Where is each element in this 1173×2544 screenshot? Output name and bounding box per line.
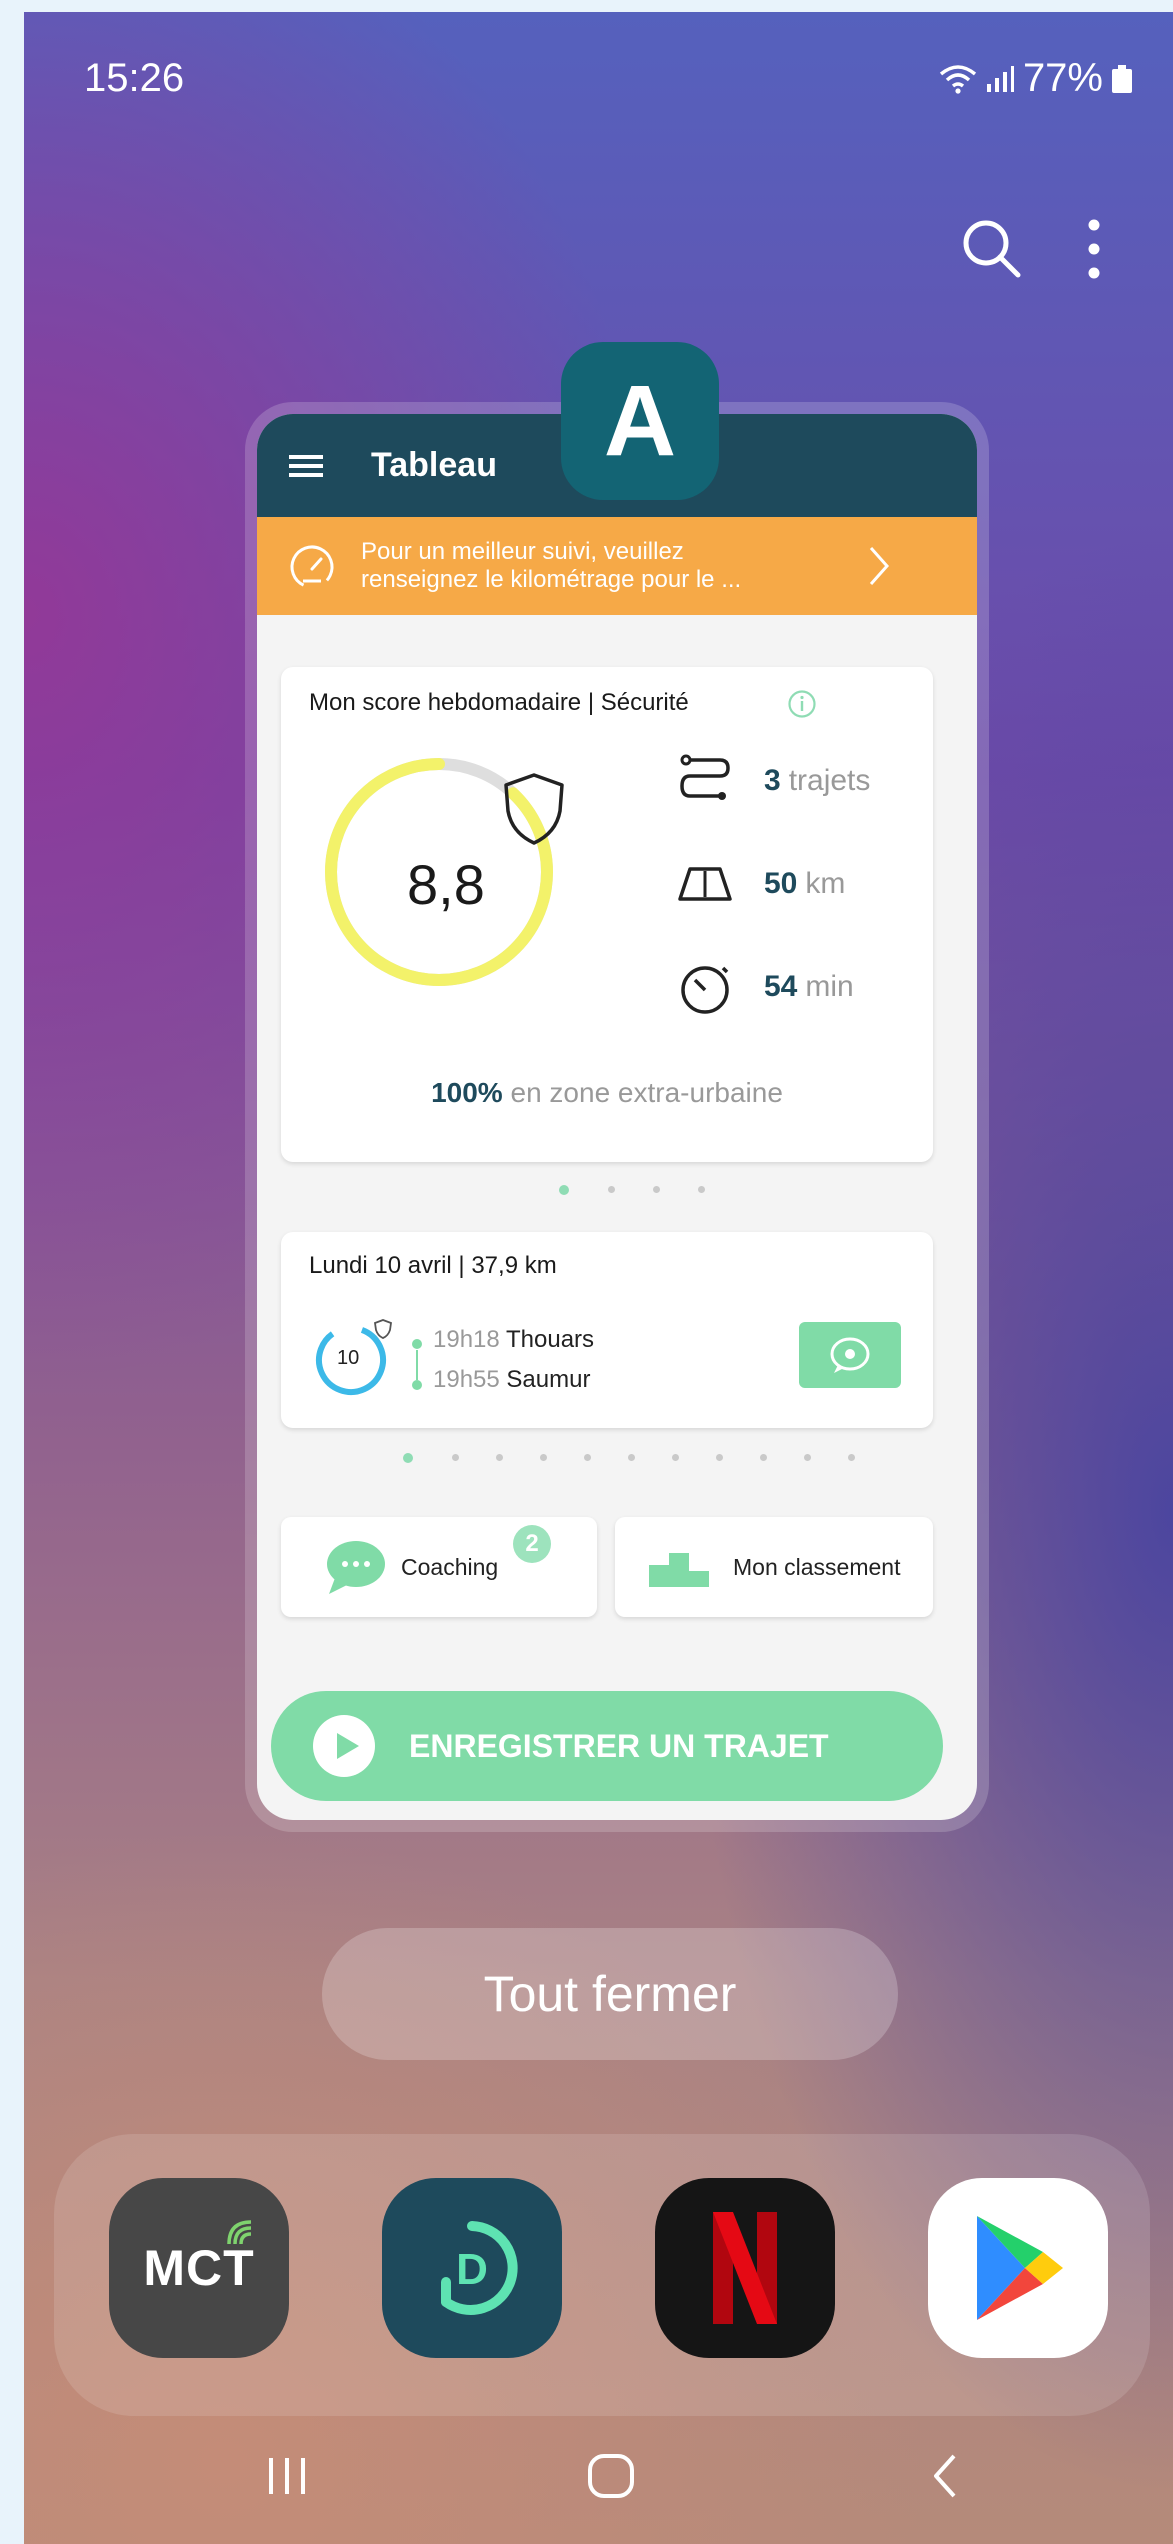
banner-text: Pour un meilleur suivi, veuillez renseig…	[361, 538, 742, 593]
podium-icon	[649, 1553, 709, 1587]
trip-start: 19h18 Thouars	[433, 1326, 594, 1354]
coaching-badge-count: 2	[525, 1530, 539, 1557]
trip-end-place: Saumur	[506, 1366, 591, 1393]
speedometer-icon	[290, 545, 334, 589]
ranking-button[interactable]: Mon classement	[615, 1517, 933, 1617]
recents-nav-icon[interactable]	[265, 2452, 309, 2500]
recents-screen: 15:26 77% Tableau Pour un meilleur suivi…	[24, 12, 1173, 2544]
battery-percent: 77%	[1022, 56, 1103, 100]
stopwatch-icon	[681, 966, 729, 1014]
battery-icon	[1112, 64, 1132, 93]
trip-end: 19h55 Saumur	[433, 1366, 590, 1394]
trips-value: 3	[764, 764, 781, 797]
search-icon[interactable]	[960, 217, 1024, 281]
back-nav-icon[interactable]	[928, 2452, 962, 2500]
d-logo-icon: D	[441, 2221, 518, 2315]
distance-stat: 50 km	[676, 855, 845, 913]
dock-app-mct[interactable]: MCT	[109, 2178, 289, 2358]
min-value: 54	[764, 970, 798, 1003]
record-trip-label: ENREGISTRER UN TRAJET	[409, 1727, 829, 1764]
chevron-right-icon	[869, 547, 890, 585]
coaching-label: Coaching	[401, 1553, 499, 1580]
signal-waves-icon	[227, 2220, 252, 2245]
weekly-score-title: Mon score hebdomadaire | Sécurité	[309, 689, 689, 716]
dock-app-netflix[interactable]	[655, 2178, 835, 2358]
app-title: Tableau	[371, 446, 497, 484]
chat-bubble-icon	[830, 1337, 870, 1373]
record-trip-button[interactable]: ENREGISTRER UN TRAJET	[271, 1691, 943, 1801]
status-time: 15:26	[84, 56, 185, 100]
trip-end-time: 19h55	[433, 1366, 500, 1393]
app-preview-card[interactable]: Tableau Pour un meilleur suivi, veuillez…	[257, 414, 977, 1820]
weekly-score-panel[interactable]: Mon score hebdomadaire | Sécurité 8,8 3 …	[281, 667, 933, 1162]
shield-icon	[504, 773, 564, 845]
signal-icon	[986, 65, 1014, 92]
menu-icon[interactable]	[289, 453, 323, 479]
trip-score: 10	[337, 1347, 360, 1369]
zone-percent: 100%	[431, 1077, 503, 1108]
app-icon-letter: A	[603, 364, 677, 477]
road-icon	[678, 867, 732, 901]
netflix-logo-icon	[713, 2212, 777, 2324]
trips-stat: 3 trajets	[676, 752, 870, 810]
info-icon[interactable]	[787, 689, 817, 719]
trip-start-place: Thouars	[505, 1326, 595, 1353]
duration-stat: 54 min	[676, 958, 854, 1016]
wifi-icon	[939, 64, 977, 94]
dock-app-play-store[interactable]	[928, 2178, 1108, 2358]
trip-start-time: 19h18	[433, 1326, 500, 1353]
close-all-button[interactable]: Tout fermer	[322, 1928, 898, 2060]
trip-shield-icon	[374, 1319, 392, 1339]
km-value: 50	[764, 867, 798, 900]
coaching-badge: 2	[513, 1525, 551, 1563]
close-all-label: Tout fermer	[483, 1966, 737, 2022]
dock-app-d[interactable]: D	[382, 2178, 562, 2358]
trip-panel[interactable]: Lundi 10 avril | 37,9 km 10 19h18 Thouar…	[281, 1232, 933, 1428]
km-unit: km	[805, 867, 846, 900]
ranking-label: Mon classement	[733, 1553, 901, 1580]
route-icon	[680, 754, 730, 800]
coaching-button[interactable]: Coaching 2	[281, 1517, 597, 1617]
zone-text: en zone extra-urbaine	[510, 1077, 783, 1108]
home-nav-icon[interactable]	[586, 2452, 636, 2500]
min-unit: min	[805, 970, 854, 1003]
chat-icon	[327, 1541, 385, 1594]
d-logo-letter: D	[456, 2245, 488, 2294]
score-value: 8,8	[407, 853, 485, 916]
status-icons: 77%	[939, 56, 1133, 101]
play-store-icon	[977, 2216, 1063, 2320]
zone-summary: 100% en zone extra-urbaine	[281, 1077, 933, 1109]
trips-unit: trajets	[788, 764, 871, 797]
trip-view-button[interactable]	[799, 1322, 901, 1388]
app-icon-badge[interactable]: A	[561, 342, 719, 500]
trip-title: Lundi 10 avril | 37,9 km	[309, 1252, 557, 1279]
play-icon	[313, 1715, 375, 1777]
mileage-banner[interactable]: Pour un meilleur suivi, veuillez renseig…	[257, 517, 977, 615]
more-vertical-icon[interactable]	[1084, 217, 1104, 281]
